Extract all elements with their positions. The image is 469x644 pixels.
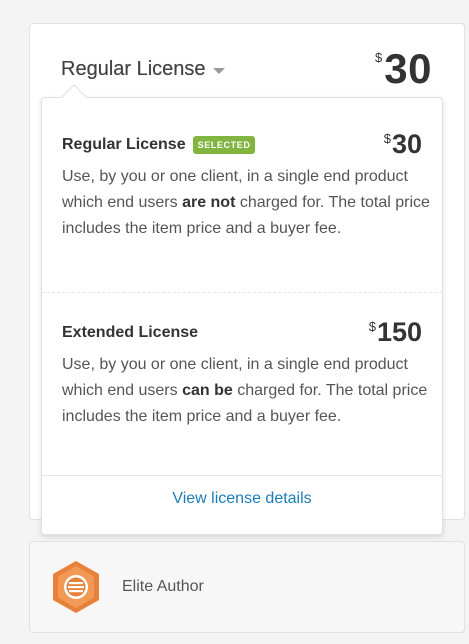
header-price: $ 30 [375,46,432,92]
option-price: $ 150 [369,316,422,348]
author-card: Elite Author [29,541,465,633]
option-price-currency: $ [383,131,391,146]
option-price-currency: $ [368,319,376,334]
license-option-regular[interactable]: Regular License SELECTED $ 30 Use, by yo… [42,128,442,242]
selected-badge: SELECTED [192,136,256,154]
caret-down-icon[interactable] [212,68,225,74]
license-selector[interactable]: Regular License [61,58,225,81]
option-title: Extended License [62,324,199,341]
footer-divider [42,475,442,476]
option-description: Use, by you or one client, in a single e… [62,168,430,237]
elite-author-badge-icon [53,561,99,613]
header-price-currency: $ [375,50,383,65]
option-title: Regular License [62,136,186,153]
author-label: Elite Author [122,578,204,595]
view-license-details-link[interactable]: View license details [42,490,442,508]
header-price-amount: 30 [384,45,432,92]
license-dropdown: Regular License SELECTED $ 30 Use, by yo… [41,84,443,535]
license-option-extended[interactable]: Extended License $ 150 Use, by you or on… [42,316,442,430]
option-price-amount: 150 [376,317,422,347]
option-price-amount: 30 [391,129,422,159]
option-description: Use, by you or one client, in a single e… [62,356,428,425]
option-price: $ 30 [384,128,422,160]
license-selector-label: Regular License [61,58,206,80]
option-divider [42,292,442,293]
